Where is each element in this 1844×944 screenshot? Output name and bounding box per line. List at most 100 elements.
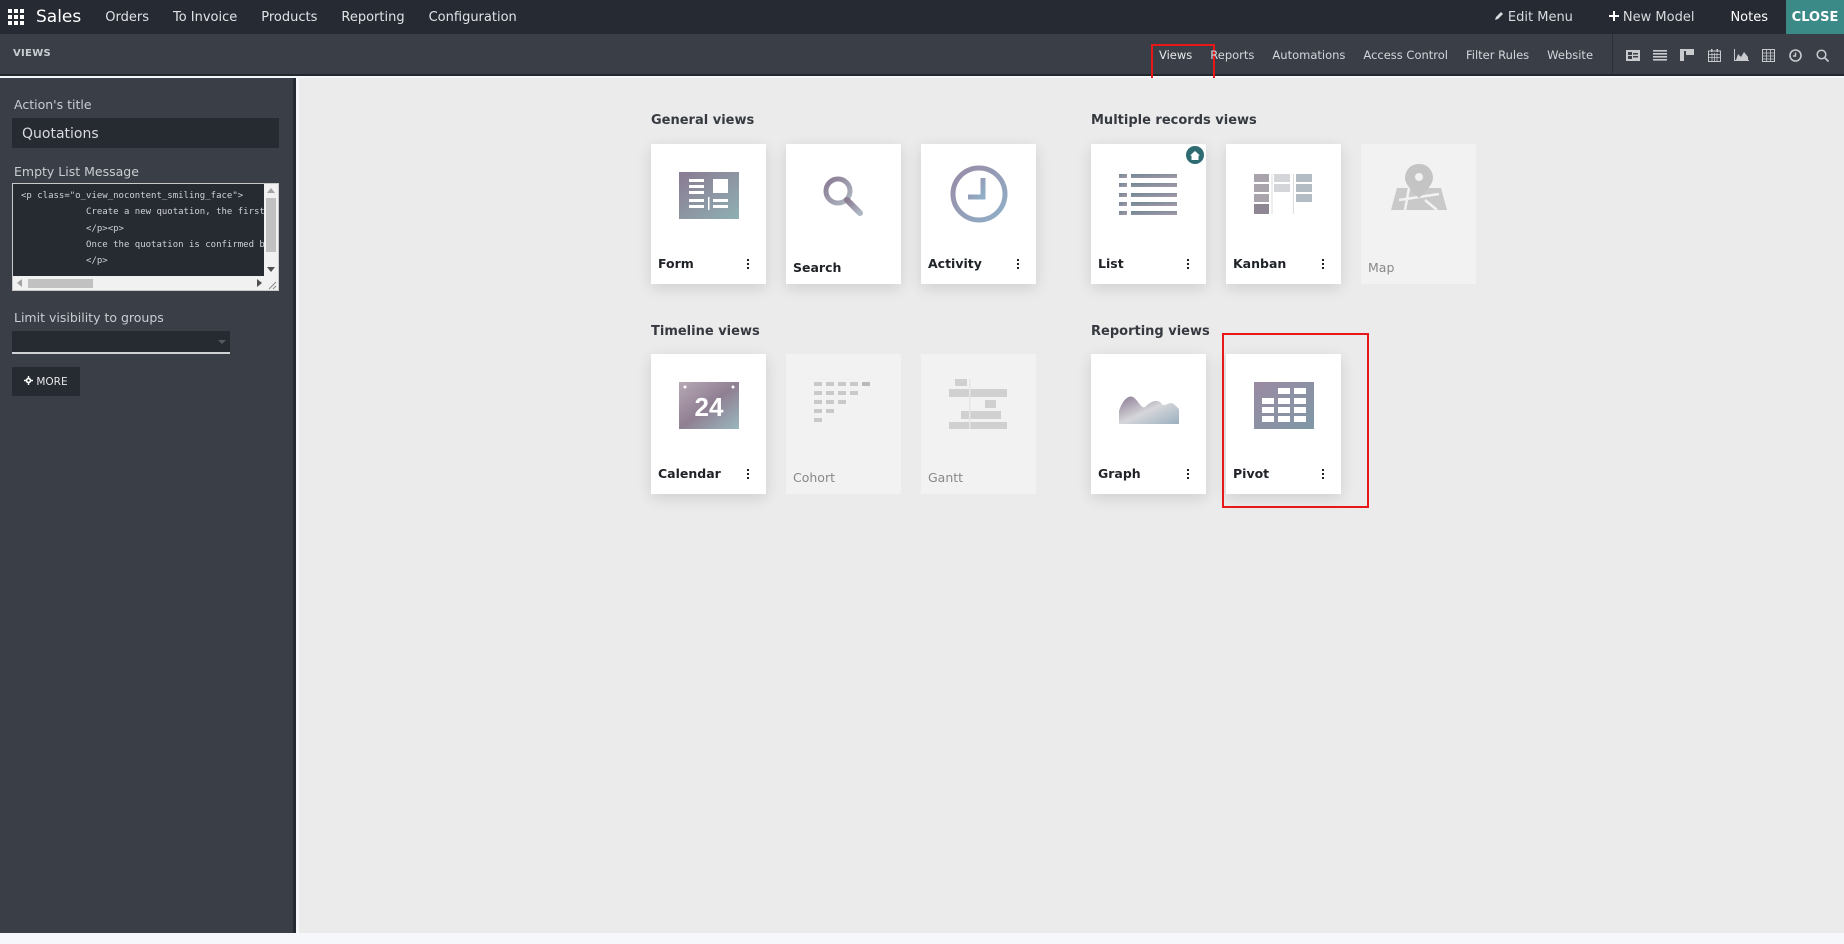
search-view-icon[interactable] (1814, 48, 1830, 62)
activity-view-icon (949, 164, 1009, 223)
search-view-icon (814, 169, 874, 219)
tab-automations[interactable]: Automations (1263, 34, 1354, 76)
section-title-timeline: Timeline views (651, 324, 760, 339)
view-card-cohort[interactable]: Cohort (786, 354, 901, 494)
view-card-map[interactable]: Map (1361, 144, 1476, 284)
studio-tabs: Views Reports Automations Access Control… (1150, 34, 1602, 83)
tab-views[interactable]: Views (1150, 34, 1216, 83)
apps-grid-icon[interactable] (8, 9, 24, 25)
tab-reports[interactable]: Reports (1201, 34, 1263, 76)
empty-list-message-textarea[interactable]: <p class="o_view_nocontent_smiling_face"… (12, 183, 279, 291)
resize-handle-icon[interactable] (264, 276, 278, 290)
views-main-area: General views Form Search Activity Multi… (299, 78, 1844, 933)
new-model-button[interactable]: New Model (1591, 10, 1713, 25)
card-label: List (1098, 256, 1124, 271)
scrollbar-thumb[interactable] (28, 279, 93, 288)
top-navbar: Sales Orders To Invoice Products Reporti… (0, 0, 1844, 34)
plus-icon (1608, 10, 1619, 25)
kebab-menu-icon[interactable] (747, 259, 750, 269)
menu-products[interactable]: Products (249, 10, 329, 25)
card-label: Graph (1098, 466, 1141, 481)
app-brand[interactable]: Sales (36, 7, 81, 27)
kebab-menu-icon[interactable] (1017, 259, 1020, 269)
section-title-reporting: Reporting views (1091, 324, 1210, 339)
gear-icon (24, 375, 34, 388)
card-label: Search (793, 260, 842, 275)
menu-configuration[interactable]: Configuration (417, 10, 529, 25)
activity-view-icon[interactable] (1787, 48, 1803, 62)
edit-menu-label: Edit Menu (1507, 9, 1573, 25)
calendar-icon-number: 24 (695, 392, 724, 422)
graph-view-icon (1119, 379, 1179, 429)
menu-orders[interactable]: Orders (93, 10, 161, 25)
kebab-menu-icon[interactable] (1322, 259, 1325, 269)
view-card-graph[interactable]: Graph (1091, 354, 1206, 494)
new-model-label: New Model (1622, 9, 1695, 25)
action-title-label: Action's title (14, 97, 92, 112)
scrollbar-thumb[interactable] (266, 198, 276, 252)
kebab-menu-icon[interactable] (747, 469, 750, 479)
view-card-calendar[interactable]: 24 Calendar (651, 354, 766, 494)
view-card-search[interactable]: Search (786, 144, 901, 284)
kanban-view-icon[interactable] (1679, 48, 1695, 62)
scroll-right-arrow-icon[interactable] (257, 279, 262, 287)
scroll-up-arrow-icon[interactable] (267, 188, 275, 193)
card-label: Cohort (793, 470, 835, 485)
list-view-icon (1119, 169, 1179, 219)
calendar-view-icon: 24 (679, 379, 739, 429)
horizontal-scrollbar[interactable] (13, 276, 266, 290)
kebab-menu-icon[interactable] (1187, 469, 1190, 479)
list-view-icon[interactable] (1652, 48, 1668, 62)
menu-reporting[interactable]: Reporting (329, 10, 416, 25)
groups-select[interactable] (12, 331, 230, 354)
edit-menu-button[interactable]: Edit Menu (1476, 10, 1591, 25)
studio-subbar: VIEWS Views Reports Automations Access C… (0, 34, 1844, 83)
map-view-icon (1389, 162, 1449, 212)
view-card-form[interactable]: Form (651, 144, 766, 284)
notes-button[interactable]: Notes (1712, 10, 1786, 25)
scroll-left-arrow-icon[interactable] (17, 279, 22, 287)
tab-access-control[interactable]: Access Control (1354, 34, 1457, 76)
tab-filter-rules[interactable]: Filter Rules (1457, 34, 1538, 76)
card-label: Gantt (928, 470, 964, 485)
form-view-icon (679, 169, 739, 219)
view-switcher (1612, 34, 1830, 76)
studio-sidebar: Action's title Quotations Empty List Mes… (0, 78, 296, 933)
kanban-view-icon (1254, 169, 1314, 219)
default-view-home-icon (1186, 146, 1204, 164)
empty-list-message-code: <p class="o_view_nocontent_smiling_face"… (21, 191, 266, 267)
card-label: Form (658, 256, 694, 271)
card-label: Map (1368, 260, 1395, 275)
card-label: Kanban (1233, 256, 1287, 271)
caret-down-icon (218, 340, 226, 344)
graph-view-icon[interactable] (1733, 48, 1749, 62)
cohort-view-icon (814, 379, 874, 429)
calendar-view-icon[interactable] (1706, 48, 1722, 62)
highlight-box-pivot (1222, 333, 1369, 508)
view-card-list[interactable]: List (1091, 144, 1206, 284)
menu-to-invoice[interactable]: To Invoice (161, 10, 249, 25)
page-footer (0, 933, 1844, 944)
view-card-kanban[interactable]: Kanban (1226, 144, 1341, 284)
groups-label: Limit visibility to groups (14, 310, 164, 325)
pivot-view-icon[interactable] (1760, 48, 1776, 62)
kebab-menu-icon[interactable] (1187, 259, 1190, 269)
pencil-icon (1494, 10, 1504, 25)
scroll-down-arrow-icon[interactable] (267, 267, 275, 272)
tab-website[interactable]: Website (1538, 34, 1602, 76)
more-button[interactable]: MORE (12, 367, 80, 396)
form-view-icon[interactable] (1625, 48, 1641, 62)
gantt-view-icon (949, 379, 1009, 430)
empty-list-message-label: Empty List Message (14, 164, 139, 179)
section-title-multiple: Multiple records views (1091, 113, 1257, 128)
action-title-input[interactable]: Quotations (12, 118, 279, 148)
view-card-gantt[interactable]: Gantt (921, 354, 1036, 494)
more-button-label: MORE (36, 375, 68, 388)
subbar-title: VIEWS (13, 48, 52, 59)
view-card-activity[interactable]: Activity (921, 144, 1036, 284)
card-label: Activity (928, 256, 982, 271)
vertical-scrollbar[interactable] (264, 184, 278, 276)
card-label: Calendar (658, 466, 721, 481)
section-title-general: General views (651, 113, 755, 128)
close-button[interactable]: CLOSE (1786, 0, 1844, 34)
